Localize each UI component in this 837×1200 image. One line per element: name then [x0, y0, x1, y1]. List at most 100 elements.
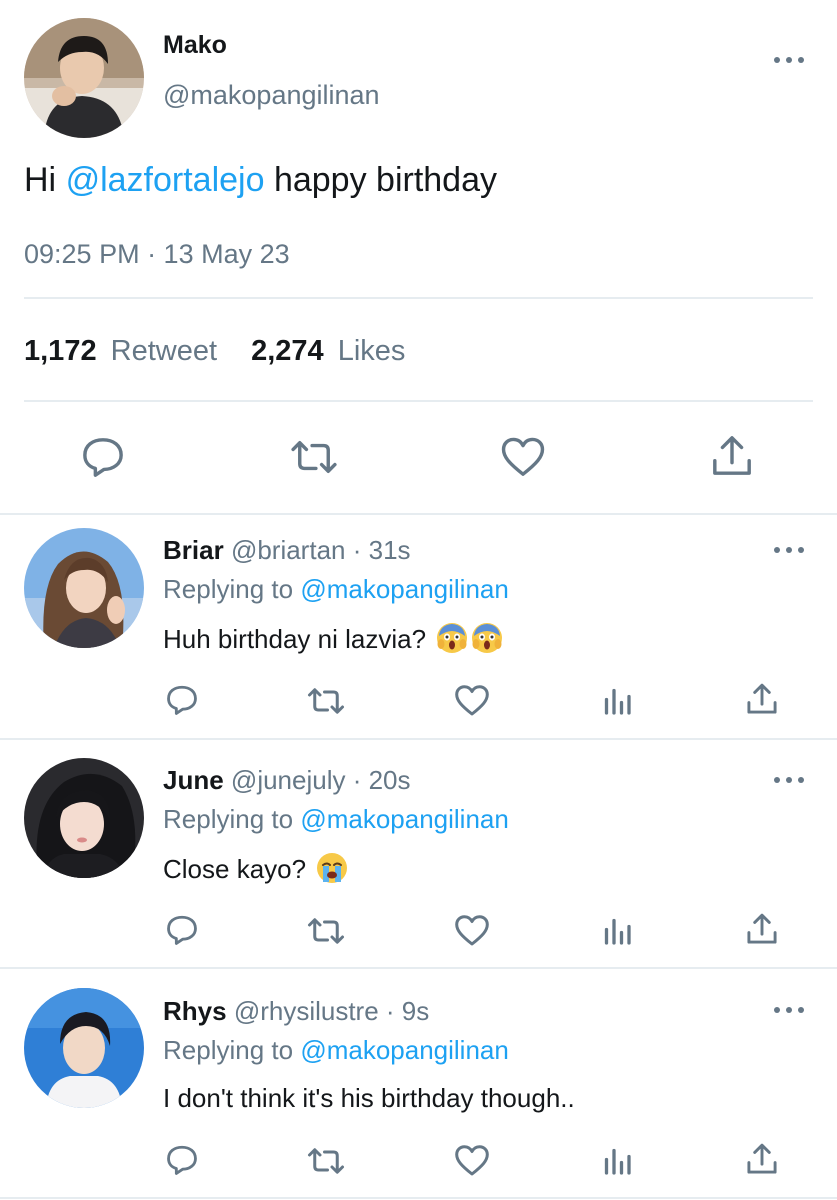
reply-header: Rhys @rhysilustre · 9s	[163, 996, 429, 1027]
author-handle[interactable]: @makopangilinan	[163, 80, 380, 111]
reply-text-content: Close kayo?	[163, 854, 307, 884]
reply-author-handle[interactable]: @rhysilustre	[234, 996, 379, 1026]
reply-icon	[167, 1145, 197, 1175]
like-button[interactable]	[454, 914, 490, 947]
reply-text: Huh birthday ni lazvia?	[163, 622, 503, 661]
reply-text-content: Huh birthday ni lazvia?	[163, 624, 427, 654]
retweet-button[interactable]	[305, 916, 347, 946]
avatar-image	[24, 528, 144, 648]
tweet-text: Hi @lazfortalejo happy birthday	[24, 161, 497, 200]
likes-count[interactable]: 2,274	[251, 335, 324, 367]
retweet-icon	[308, 688, 344, 714]
share-icon	[713, 436, 751, 475]
retweet-button[interactable]	[305, 686, 347, 716]
more-icon[interactable]	[772, 770, 812, 790]
likes-label[interactable]: Likes	[338, 335, 406, 367]
retweet-label[interactable]: Retweet	[111, 335, 217, 367]
divider	[0, 738, 837, 740]
heart-icon	[455, 1145, 489, 1176]
separator: ·	[345, 765, 369, 795]
author-name[interactable]: Mako	[163, 31, 227, 60]
replying-label: Replying to	[163, 574, 294, 604]
reply-avatar[interactable]	[24, 528, 144, 648]
reply-button[interactable]	[165, 684, 199, 716]
analytics-icon	[604, 688, 631, 715]
crying-face-icon	[316, 852, 348, 891]
retweet-button[interactable]	[305, 1146, 347, 1176]
reply-button[interactable]	[80, 436, 126, 478]
share-button[interactable]	[746, 912, 778, 946]
reply-text: Close kayo?	[163, 852, 348, 891]
avatar-image	[24, 758, 144, 878]
mention-link[interactable]: @lazfortalejo	[66, 161, 265, 199]
avatar-image	[24, 18, 144, 138]
reply-avatar[interactable]	[24, 988, 144, 1108]
screaming-face-icon	[436, 622, 468, 661]
share-button[interactable]	[711, 434, 753, 478]
reply-author-handle[interactable]: @junejuly	[231, 765, 346, 795]
replying-to: Replying to @makopangilinan	[163, 1035, 509, 1066]
replying-handle[interactable]: @makopangilinan	[300, 574, 509, 604]
replying-handle[interactable]: @makopangilinan	[300, 1035, 509, 1065]
reply-author-name[interactable]: Rhys	[163, 996, 227, 1026]
analytics-button[interactable]	[602, 1146, 632, 1176]
analytics-icon	[604, 918, 631, 945]
reply-text: I don't think it's his birthday though..	[163, 1083, 575, 1113]
more-icon[interactable]	[772, 50, 812, 70]
reply-author-handle[interactable]: @briartan	[231, 535, 346, 565]
avatar-image	[24, 988, 144, 1108]
tweet-text-after: happy birthday	[264, 161, 497, 199]
retweet-button[interactable]	[287, 438, 341, 476]
divider	[0, 1197, 837, 1199]
screaming-face-icon	[471, 622, 503, 661]
analytics-button[interactable]	[602, 916, 632, 946]
tweet-text-before: Hi	[24, 161, 66, 199]
divider	[24, 400, 813, 402]
like-button[interactable]	[454, 1144, 490, 1177]
reply-time[interactable]: 20s	[369, 765, 411, 795]
replying-to: Replying to @makopangilinan	[163, 804, 509, 835]
reply-header: Briar @briartan · 31s	[163, 535, 411, 566]
replying-to: Replying to @makopangilinan	[163, 574, 509, 605]
reply-author-name[interactable]: Briar	[163, 535, 224, 565]
reply-time[interactable]: 9s	[402, 996, 429, 1026]
analytics-button[interactable]	[602, 686, 632, 716]
heart-icon	[501, 437, 545, 476]
reply-avatar[interactable]	[24, 758, 144, 878]
more-icon[interactable]	[772, 540, 812, 560]
like-button[interactable]	[454, 684, 490, 717]
reply-author-name[interactable]: June	[163, 765, 224, 795]
replying-handle[interactable]: @makopangilinan	[300, 804, 509, 834]
reply-icon	[167, 915, 197, 945]
divider	[24, 297, 813, 299]
reply-button[interactable]	[165, 914, 199, 946]
author-avatar[interactable]	[24, 18, 144, 138]
heart-icon	[455, 915, 489, 946]
share-button[interactable]	[746, 1142, 778, 1176]
replying-label: Replying to	[163, 804, 294, 834]
divider	[0, 513, 837, 515]
share-icon	[747, 1143, 777, 1174]
tweet-timestamp[interactable]: 09:25 PM · 13 May 23	[24, 239, 290, 270]
divider	[0, 967, 837, 969]
separator: ·	[378, 996, 402, 1026]
share-icon	[747, 683, 777, 714]
more-icon[interactable]	[772, 1000, 812, 1020]
analytics-icon	[604, 1148, 631, 1175]
replying-label: Replying to	[163, 1035, 294, 1065]
reply-icon	[167, 685, 197, 715]
share-button[interactable]	[746, 682, 778, 716]
separator: ·	[345, 535, 369, 565]
retweet-count[interactable]: 1,172	[24, 335, 97, 367]
reply-header: June @junejuly · 20s	[163, 765, 411, 796]
like-button[interactable]	[500, 436, 546, 478]
retweet-icon	[291, 441, 337, 473]
retweet-icon	[308, 918, 344, 944]
heart-icon	[455, 685, 489, 716]
reply-time[interactable]: 31s	[369, 535, 411, 565]
share-icon	[747, 913, 777, 944]
tweet-stats: 1,172 Retweet 2,274 Likes	[24, 335, 405, 368]
retweet-icon	[308, 1148, 344, 1174]
reply-icon	[83, 438, 123, 477]
reply-button[interactable]	[165, 1144, 199, 1176]
